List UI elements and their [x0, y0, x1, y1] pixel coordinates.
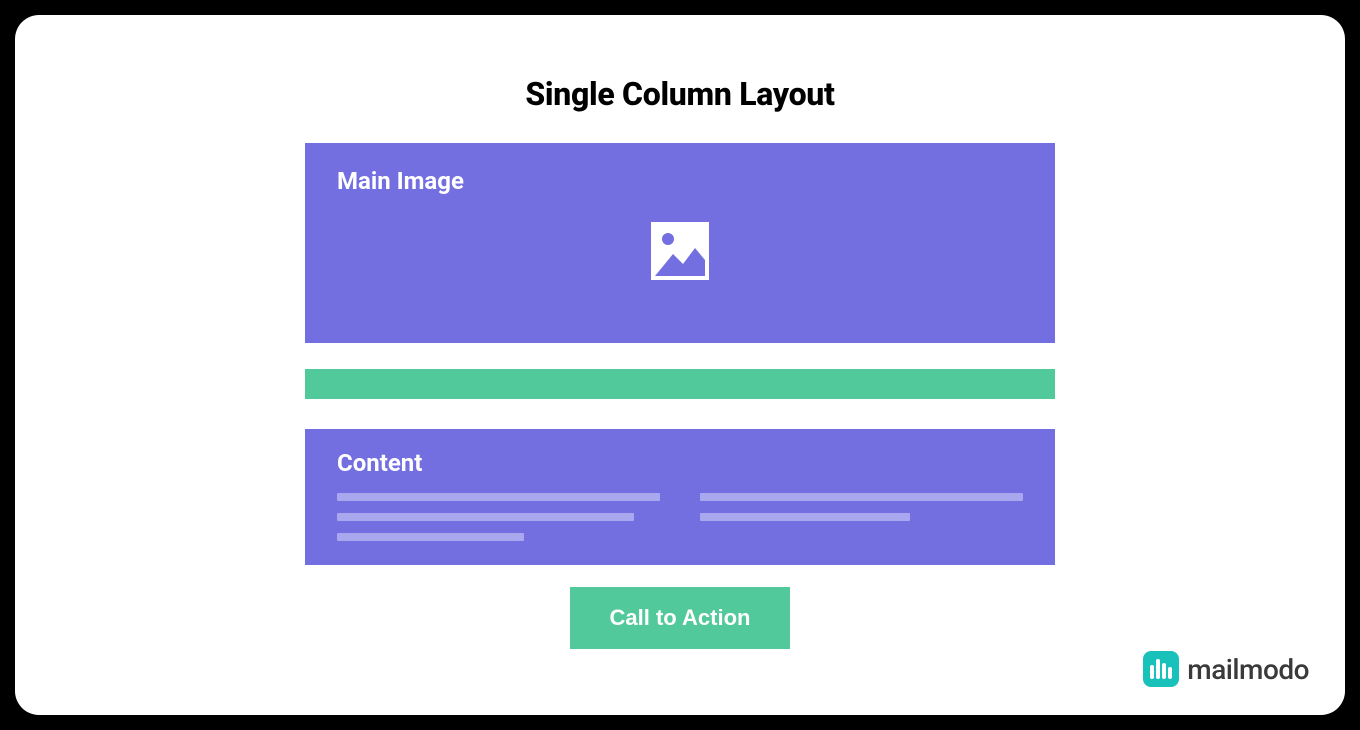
brand-mark-icon	[1143, 651, 1179, 687]
brand-name: mailmodo	[1187, 653, 1309, 686]
brand-logo: mailmodo	[1143, 651, 1309, 687]
diagram-card: Single Column Layout Main Image Content	[15, 15, 1345, 715]
content-label: Content	[337, 449, 1023, 477]
main-image-section: Main Image	[305, 143, 1055, 343]
content-col-right	[700, 493, 1023, 541]
page-title: Single Column Layout	[525, 75, 834, 113]
text-line	[337, 533, 524, 541]
image-placeholder-icon	[651, 222, 709, 284]
cta-button[interactable]: Call to Action	[570, 587, 791, 649]
text-line	[700, 513, 910, 521]
divider-bar	[305, 369, 1055, 399]
text-line	[337, 513, 634, 521]
content-col-left	[337, 493, 660, 541]
text-line	[700, 493, 1023, 501]
main-image-label: Main Image	[337, 167, 1023, 195]
content-placeholder-lines	[337, 493, 1023, 541]
layout-stack: Main Image Content	[305, 143, 1055, 649]
text-line	[337, 493, 660, 501]
content-section: Content	[305, 429, 1055, 565]
